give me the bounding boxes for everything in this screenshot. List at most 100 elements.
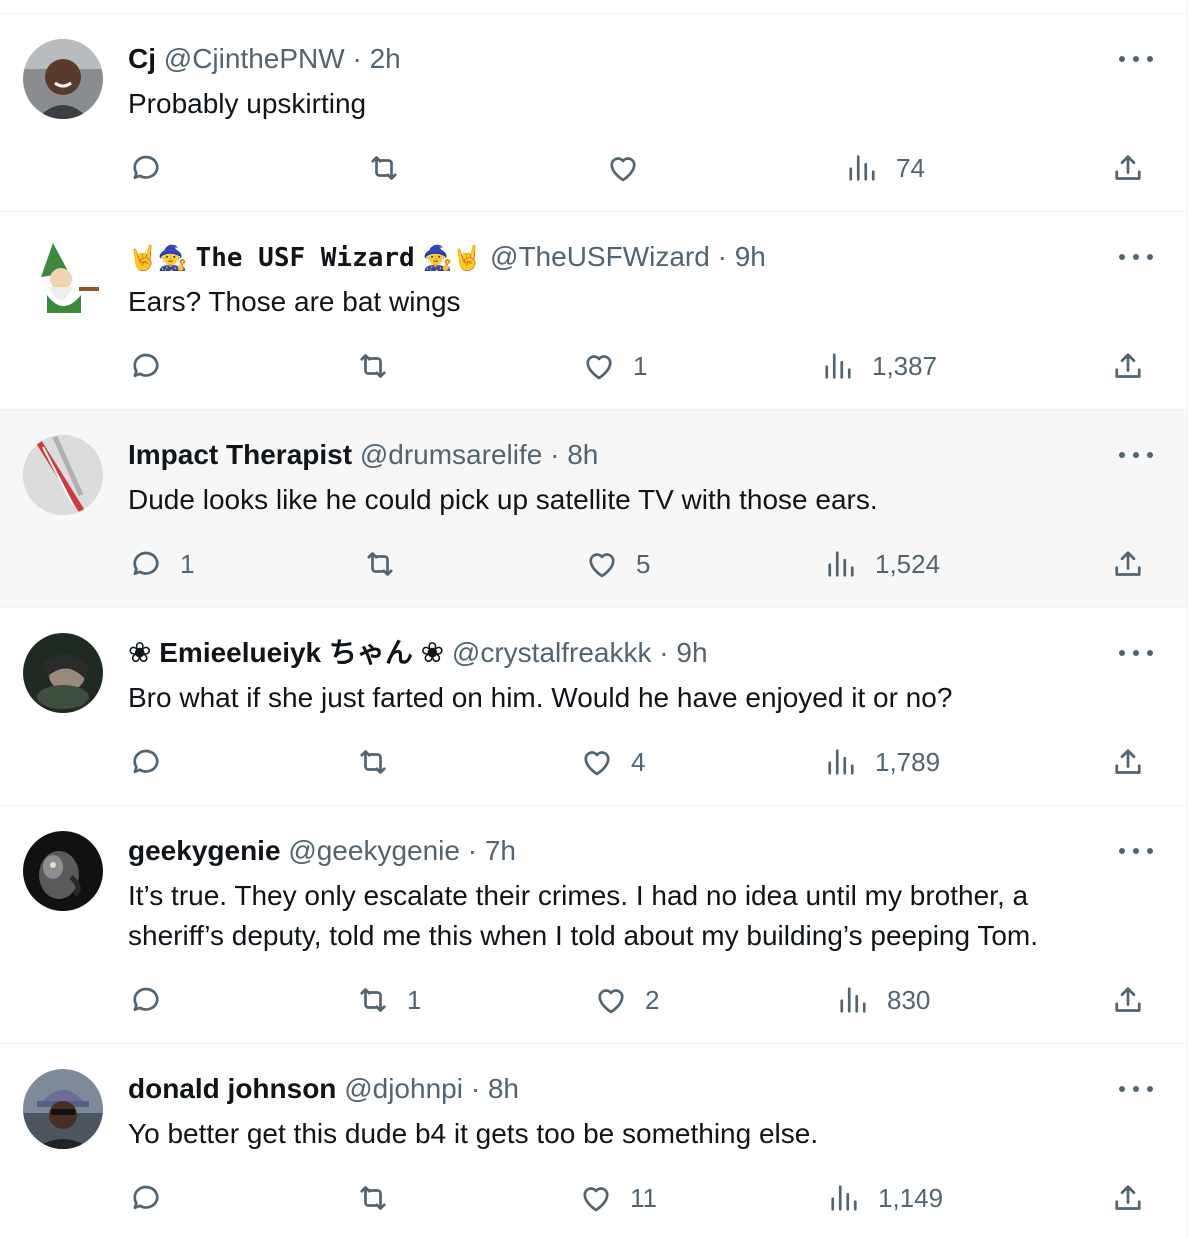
speech-bubble-icon [133,155,159,180]
share-button[interactable] [1110,1180,1146,1216]
like-count: 2 [645,985,660,1015]
share-button[interactable] [1110,744,1146,780]
heart-icon [584,751,610,776]
retweet-count: 1 [407,985,422,1015]
tweet-header: donald johnson @djohnpi · 8h [128,1072,519,1106]
share-upload-icon [1115,353,1141,378]
more-options-icon[interactable] [1119,52,1153,66]
bar-chart-icon [828,749,854,775]
like-button[interactable] [605,150,641,186]
heart-icon [589,553,615,578]
more-options-icon[interactable] [1119,646,1153,660]
view-count: 74 [896,153,925,183]
views-button[interactable]: 1,524 [823,546,940,582]
reply-button[interactable]: 1 [128,546,194,582]
speech-bubble-icon [133,987,159,1012]
tweet[interactable]: 🤘🧙 The USF Wizard 🧙🤘 @TheUSFWizard · 9h … [0,212,1187,410]
display-name[interactable]: Impact Therapist [128,439,352,470]
timestamp[interactable]: 2h [370,43,401,74]
retweet-button[interactable] [355,348,391,384]
like-button[interactable]: 5 [584,546,650,582]
speech-bubble-icon [133,551,159,576]
user-handle[interactable]: @TheUSFWizard [490,241,710,272]
display-name[interactable]: ❀ Emieelueiyk ちゃん ❀ [128,637,444,668]
more-options-icon[interactable] [1119,448,1153,462]
display-name[interactable]: Cj [128,43,156,74]
like-button[interactable]: 11 [578,1180,657,1216]
user-handle[interactable]: @CjinthePNW [164,43,345,74]
display-name[interactable]: donald johnson [128,1073,336,1104]
share-button[interactable] [1110,546,1146,582]
retweet-button[interactable] [355,744,391,780]
views-button[interactable]: 1,789 [823,744,940,780]
share-button[interactable] [1110,348,1146,384]
view-count: 1,789 [875,747,941,777]
user-handle[interactable]: @drumsarelife [360,439,542,470]
share-button[interactable] [1110,150,1146,186]
reply-button[interactable] [128,348,164,384]
retweet-button[interactable] [355,1180,391,1216]
reply-button[interactable] [128,982,164,1018]
display-name[interactable]: The USF Wizard [196,243,415,273]
avatar[interactable] [23,633,103,713]
more-options-icon[interactable] [1119,1082,1153,1096]
tweet-text-line: It’s true. They only escalate their crim… [128,880,1029,911]
views-button[interactable]: 74 [844,150,925,186]
tweet-text: Ears? Those are bat wings [128,286,461,317]
tweet[interactable]: geekygenie @geekygenie · 7h It’s true. T… [0,806,1187,1044]
view-count: 1,387 [872,351,938,381]
share-button[interactable] [1110,982,1146,1018]
views-button[interactable]: 1,149 [826,1180,943,1216]
like-button[interactable]: 1 [581,348,647,384]
reply-button[interactable] [128,150,164,186]
like-button[interactable]: 4 [579,744,645,780]
share-upload-icon [1115,551,1141,576]
more-options-icon[interactable] [1119,250,1153,264]
retweet-button[interactable] [362,546,398,582]
retweet-button[interactable]: 1 [355,982,421,1018]
retweet-arrows-icon [360,988,386,1012]
heart-icon [610,157,636,182]
avatar[interactable] [23,435,103,515]
separator: · [467,835,478,866]
views-button[interactable]: 830 [835,982,930,1018]
speech-bubble-icon [133,353,159,378]
avatar[interactable] [23,831,103,911]
views-button[interactable]: 1,387 [820,348,937,384]
timestamp[interactable]: 9h [735,241,766,272]
avatar[interactable] [23,1069,103,1149]
tweet[interactable]: donald johnson @djohnpi · 8h Yo better g… [0,1044,1187,1238]
tweet-text: Yo better get this dude b4 it gets too b… [128,1118,819,1149]
speech-bubble-icon [133,749,159,774]
user-handle[interactable]: @djohnpi [344,1073,463,1104]
retweet-arrows-icon [360,750,386,774]
view-count: 1,524 [875,549,941,579]
like-button[interactable]: 2 [593,982,659,1018]
more-options-icon[interactable] [1119,844,1153,858]
avatar[interactable] [23,237,103,317]
tweet-header: Impact Therapist @drumsarelife · 8h [128,438,598,472]
reply-button[interactable] [128,744,164,780]
tweet[interactable]: Impact Therapist @drumsarelife · 8h Dude… [0,410,1187,608]
heart-icon [598,989,624,1014]
bar-chart-icon [849,155,875,181]
tweet[interactable]: ❀ Emieelueiyk ちゃん ❀ @crystalfreakkk · 9h… [0,608,1187,806]
timestamp[interactable]: 9h [676,637,707,668]
share-upload-icon [1115,155,1141,180]
user-handle[interactable]: @geekygenie [288,835,460,866]
timestamp[interactable]: 8h [488,1073,519,1104]
tweet-header: ❀ Emieelueiyk ちゃん ❀ @crystalfreakkk · 9h [128,636,708,670]
user-handle[interactable]: @crystalfreakkk [452,637,652,668]
reply-thread: Cj @CjinthePNW · 2h Probably upskirting … [0,0,1198,1238]
avatar[interactable] [23,39,103,119]
display-name[interactable]: geekygenie [128,835,281,866]
bar-chart-icon [840,987,866,1013]
reply-button[interactable] [128,1180,164,1216]
separator: · [717,241,727,272]
tweet[interactable]: Cj @CjinthePNW · 2h Probably upskirting … [0,14,1187,212]
view-count: 830 [887,985,931,1015]
retweet-button[interactable] [366,150,402,186]
timestamp[interactable]: 8h [567,439,598,470]
name-emoji-prefix: 🤘🧙 [128,245,188,272]
timestamp[interactable]: 7h [485,835,516,866]
